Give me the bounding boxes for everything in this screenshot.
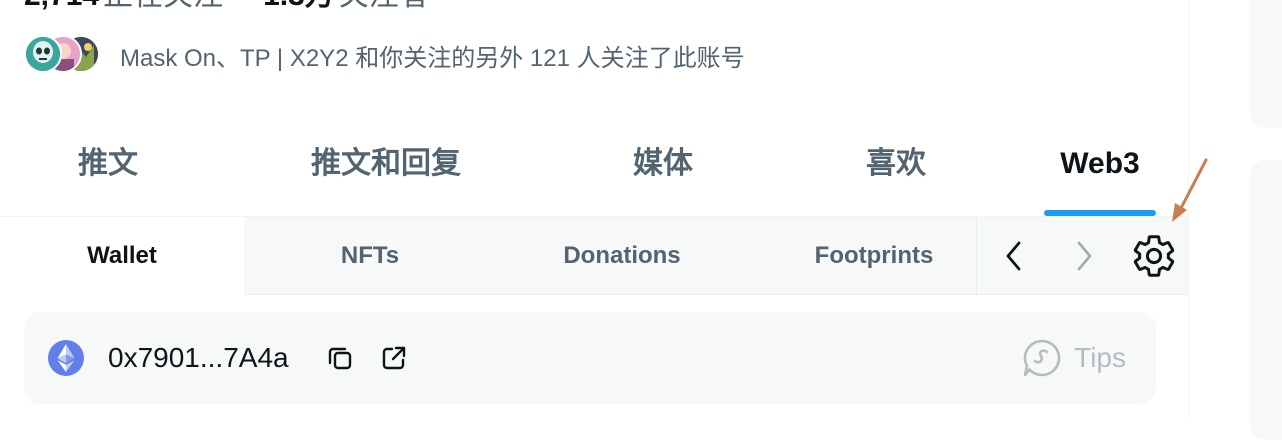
subtab-nfts[interactable]: NFTs (244, 217, 496, 295)
copy-address-button[interactable] (324, 342, 356, 374)
scroll-left-button[interactable] (984, 217, 1044, 295)
sidebar-card (1250, 160, 1282, 440)
following-link[interactable]: 2,714 正在关注 (24, 0, 223, 12)
ethereum-icon (48, 340, 84, 376)
subtab-donations[interactable]: Donations (496, 217, 748, 295)
external-link-icon (382, 346, 406, 370)
tab-label: Web3 (1060, 147, 1140, 180)
followed-by-text: Mask On、TP | X2Y2 和你关注的另外 121 人关注了此账号 (120, 44, 745, 72)
tips-icon (1023, 339, 1061, 377)
sidebar-card (1250, 0, 1282, 128)
chevron-right-icon (1077, 241, 1092, 271)
subtab-footprints[interactable]: Footprints (748, 217, 1000, 295)
following-count: 2,714 (24, 0, 99, 12)
settings-button[interactable] (1124, 217, 1184, 295)
tab-web3[interactable]: Web3 (1040, 122, 1160, 216)
tab-tweets[interactable]: 推文 (40, 122, 176, 216)
chevron-left-icon (1006, 241, 1021, 271)
tips-button[interactable]: Tips (1022, 338, 1126, 378)
annotation-arrow-icon (1172, 158, 1208, 222)
subtab-label: Footprints (814, 242, 934, 269)
tab-label: 喜欢 (866, 147, 926, 180)
following-label: 正在关注 (103, 0, 223, 12)
scroll-right-button[interactable] (1054, 217, 1114, 295)
followers-count: 1.3万 (263, 0, 335, 12)
copy-icon (328, 347, 352, 370)
tab-tweets-and-replies[interactable]: 推文和回复 (276, 122, 496, 216)
gear-icon (1133, 235, 1175, 277)
tab-label: 媒体 (633, 147, 693, 180)
subtab-wallet[interactable]: Wallet (0, 217, 244, 295)
avatar (24, 35, 62, 73)
follower-avatars (24, 35, 100, 75)
open-explorer-button[interactable] (378, 342, 410, 374)
profile-main-column: 2,714 正在关注 1.3万关注者 (0, 0, 1188, 418)
followers-link[interactable]: 1.3万关注者 (263, 0, 429, 12)
followed-by-row[interactable]: Mask On、TP | X2Y2 和你关注的另外 121 人关注了此账号 (24, 34, 745, 76)
web3-subtabs: Wallet NFTs Donations Footprints (0, 217, 1188, 295)
wallet-address: 0x7901...7A4a (108, 342, 289, 373)
subtab-label: Wallet (87, 242, 157, 269)
tab-media[interactable]: 媒体 (594, 122, 732, 216)
tips-label: Tips (1074, 342, 1126, 373)
tab-likes[interactable]: 喜欢 (828, 122, 964, 216)
wallet-card: 0x7901...7A4a Tips (24, 312, 1156, 404)
profile-tabs: 推文 推文和回复 媒体 喜欢 Web3 (0, 122, 1188, 216)
subtab-label: NFTs (340, 242, 400, 269)
followers-label: 关注者 (339, 0, 429, 12)
tab-label: 推文 (78, 147, 138, 180)
divider (244, 294, 1188, 295)
tab-label: 推文和回复 (311, 147, 461, 180)
subtab-label: Donations (563, 242, 681, 269)
follow-stats: 2,714 正在关注 1.3万关注者 (24, 0, 429, 14)
divider (976, 217, 977, 295)
